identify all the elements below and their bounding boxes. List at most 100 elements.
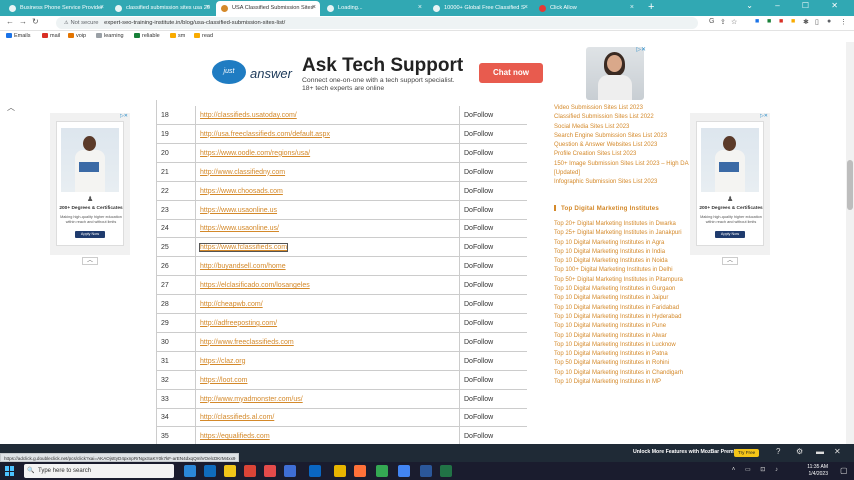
gear-icon[interactable]: ⚙: [796, 447, 803, 456]
avatar[interactable]: ●: [827, 18, 831, 25]
try-free-button[interactable]: Try Free: [734, 449, 760, 457]
left-side-ad[interactable]: ▷✕ ♟ 200+ Degrees & Certificates Making …: [50, 113, 130, 255]
new-tab-button[interactable]: +: [648, 1, 654, 14]
puzzle-icon[interactable]: ✱: [803, 18, 809, 26]
url-text[interactable]: https://elclasificado.com/losangeles: [200, 282, 310, 289]
url-text[interactable]: https://www.fclassifieds.com: [198, 243, 289, 253]
sidebar-link[interactable]: Top 10 Digital Marketing Institutes in J…: [554, 294, 689, 303]
url-text[interactable]: http://cheapwb.com/: [200, 301, 263, 308]
sidepanel-icon[interactable]: ▯: [815, 18, 819, 26]
tab-classified-search[interactable]: classified submission sites usa 20 ×: [110, 1, 214, 16]
site-url-link[interactable]: http://usa.freeclassifieds.com/default.a…: [196, 124, 460, 144]
site-url-link[interactable]: http://www.freeclassifieds.com: [196, 332, 460, 352]
share-icon[interactable]: ⇪: [720, 18, 726, 26]
url-text[interactable]: https://www.usaonline.us: [200, 207, 277, 214]
url-text[interactable]: https://www.oodle.com/regions/usa/: [200, 150, 310, 157]
apply-now-button[interactable]: Apply Now: [75, 231, 105, 238]
tab-global-classified[interactable]: 10000+ Global Free Classified S ×: [428, 1, 532, 16]
chrome-icon[interactable]: [398, 465, 410, 477]
menu-icon[interactable]: ⋮: [840, 18, 847, 26]
sidebar-link[interactable]: Top 25+ Digital Marketing Institutes in …: [554, 229, 689, 238]
url-text[interactable]: https://www.choosads.com: [200, 188, 283, 195]
url-text[interactable]: http://www.classifiedny.com: [200, 169, 285, 176]
close-icon[interactable]: ×: [524, 1, 528, 15]
sidebar-link[interactable]: Top 10 Digital Marketing Institutes in C…: [554, 369, 689, 378]
bookmark-reliable[interactable]: reliable: [134, 33, 160, 39]
sidebar-link[interactable]: 150+ Image Submission Sites List 2023 – …: [554, 160, 689, 179]
sidebar-link[interactable]: Classified Submission Sites List 2022: [554, 113, 689, 122]
site-url-link[interactable]: http://adfreeposting.com/: [196, 313, 460, 333]
sidebar-link[interactable]: Top 10 Digital Marketing Institutes in A…: [554, 239, 689, 248]
google-icon[interactable]: G: [709, 18, 714, 25]
security-indicator[interactable]: Not secure: [64, 20, 99, 26]
url-text[interactable]: https://www.usaonline.us/: [200, 225, 279, 232]
task-view-icon[interactable]: [184, 465, 196, 477]
site-url-link[interactable]: http://classifieds.al.com/: [196, 408, 460, 428]
site-url-link[interactable]: https://www.usaonline.us/: [196, 219, 460, 239]
help-icon[interactable]: ?: [776, 447, 780, 456]
sidebar-link[interactable]: Video Submission Sites List 2023: [554, 104, 689, 113]
site-url-link[interactable]: https://claz.org: [196, 351, 460, 371]
url-text[interactable]: http://adfreeposting.com/: [200, 320, 277, 327]
site-url-link[interactable]: https://www.usaonline.us: [196, 200, 460, 220]
site-url-link[interactable]: https://www.oodle.com/regions/usa/: [196, 143, 460, 163]
url-text[interactable]: https://equalifieds.com: [200, 433, 270, 440]
taskbar-search-input[interactable]: Type here to search: [24, 464, 174, 478]
excel-icon[interactable]: [440, 465, 452, 477]
vertical-scrollbar[interactable]: [846, 42, 854, 444]
right-side-ad[interactable]: ▷✕ ♟ 200+ Degrees & Certificates Making …: [690, 113, 770, 255]
window-controls[interactable]: ⌄ – ☐ ✕: [746, 1, 848, 10]
adchoices-icon[interactable]: ▷✕: [636, 46, 646, 53]
url-text[interactable]: http://classifieds.al.com/: [200, 414, 274, 421]
edge-icon[interactable]: [204, 465, 216, 477]
scrollbar-thumb[interactable]: [847, 160, 853, 210]
windows-start-icon[interactable]: [5, 466, 15, 476]
chevron-up-icon[interactable]: ︿: [7, 102, 15, 113]
site-url-link[interactable]: http://www.myadmonster.com/us/: [196, 389, 460, 409]
chrome-icon[interactable]: [244, 465, 256, 477]
sidebar-link[interactable]: Top 10 Digital Marketing Institutes in F…: [554, 304, 689, 313]
bookmark-read[interactable]: read: [194, 33, 213, 39]
url-text[interactable]: http://classifieds.usatoday.com/: [200, 112, 297, 119]
sidebar-link[interactable]: Top 10 Digital Marketing Institutes in H…: [554, 313, 689, 322]
sidebar-link[interactable]: Top 10 Digital Marketing Institutes in N…: [554, 257, 689, 266]
ad-banner[interactable]: just answer Ask Tech Support Connect one…: [210, 46, 648, 100]
bookmark-emails[interactable]: Emails: [6, 33, 31, 39]
sidebar-link[interactable]: Question & Answer Websites List 2023: [554, 141, 689, 150]
url-text[interactable]: http://buyandsell.com/home: [200, 263, 286, 270]
sidebar-link[interactable]: Search Engine Submission Sites List 2023: [554, 132, 689, 141]
close-icon[interactable]: ×: [312, 1, 316, 15]
bookmark-learning[interactable]: learning: [96, 33, 124, 39]
adchoices-icon[interactable]: ▷✕: [760, 113, 768, 119]
notification-icon[interactable]: ▢: [840, 466, 848, 475]
site-url-link[interactable]: https://elclasificado.com/losangeles: [196, 276, 460, 296]
url-text[interactable]: https://loot.com: [200, 377, 247, 384]
site-url-link[interactable]: http://cheapwb.com/: [196, 295, 460, 314]
site-url-link[interactable]: http://www.classifiedny.com: [196, 162, 460, 182]
site-url-link[interactable]: https://equalifieds.com: [196, 427, 460, 444]
sidebar-link[interactable]: Top 10 Digital Marketing Institutes in G…: [554, 285, 689, 294]
tab-loading[interactable]: Loading... ×: [322, 1, 426, 16]
tab-usa-classified[interactable]: USA Classified Submission Sites ×: [216, 1, 320, 16]
sidebar-link[interactable]: Top 50+ Digital Marketing Institutes in …: [554, 276, 689, 285]
sidebar-link[interactable]: Profile Creation Sites List 2023: [554, 150, 689, 159]
reload-icon[interactable]: ↻: [32, 17, 39, 26]
outlook-icon[interactable]: [309, 465, 321, 477]
bookmark-sm[interactable]: sm: [170, 33, 185, 39]
close-icon[interactable]: ×: [418, 1, 422, 15]
sidebar-link[interactable]: Top 20+ Digital Marketing Institutes in …: [554, 220, 689, 229]
sidebar-link[interactable]: Top 100+ Digital Marketing Institutes in…: [554, 266, 689, 275]
chrome-icon[interactable]: [376, 465, 388, 477]
sidebar-link[interactable]: Top 10 Digital Marketing Institutes in A…: [554, 332, 689, 341]
firefox-icon[interactable]: [354, 465, 366, 477]
adchoices-icon[interactable]: ▷✕: [120, 113, 128, 119]
site-url-link[interactable]: http://buyandsell.com/home: [196, 257, 460, 277]
star-icon[interactable]: ☆: [731, 18, 737, 26]
collapse-ad-button[interactable]: ︿: [722, 257, 738, 265]
site-url-link[interactable]: https://www.fclassifieds.com: [196, 238, 460, 258]
sidebar-link[interactable]: Top 50 Digital Marketing Institutes in R…: [554, 359, 689, 368]
close-icon[interactable]: ×: [206, 1, 210, 15]
site-url-link[interactable]: http://classifieds.usatoday.com/: [196, 106, 460, 125]
sidebar-link[interactable]: Top 10 Digital Marketing Institutes in I…: [554, 248, 689, 257]
collapse-ad-button[interactable]: ︿: [82, 257, 98, 265]
